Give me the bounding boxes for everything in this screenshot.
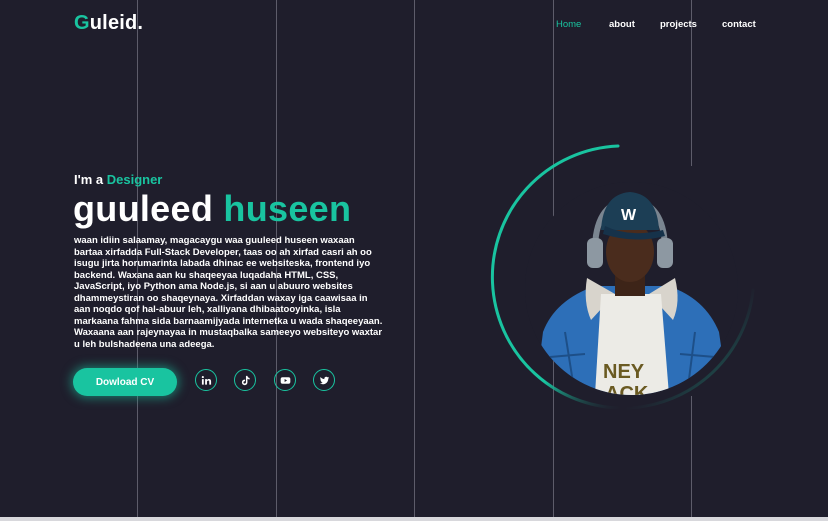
intro-text: I'm a [74, 172, 104, 187]
nav-projects[interactable]: projects [660, 19, 697, 30]
hero-name: guuleed huseen [73, 188, 351, 230]
twitter-link[interactable] [313, 369, 335, 391]
linkedin-icon [201, 375, 211, 385]
tiktok-icon [241, 375, 250, 385]
nav-about[interactable]: about [609, 19, 635, 30]
svg-text:W: W [621, 207, 637, 224]
hero-description: waan idiin salaamay, magacaygu waa guule… [74, 235, 383, 350]
last-name: huseen [223, 188, 352, 229]
first-name: guuleed [73, 188, 214, 229]
intro-role: Designer [106, 172, 163, 187]
nav-home[interactable]: Home [556, 19, 581, 30]
svg-text:NEY: NEY [603, 361, 645, 383]
download-cv-button[interactable]: Dowload CV [73, 368, 177, 396]
horizontal-scrollbar[interactable] [0, 517, 828, 521]
divider-line [414, 0, 415, 521]
svg-text:ACK: ACK [605, 383, 649, 395]
youtube-link[interactable] [274, 369, 296, 391]
youtube-icon [280, 376, 290, 384]
twitter-icon [319, 376, 329, 384]
linkedin-link[interactable] [195, 369, 217, 391]
tiktok-link[interactable] [234, 369, 256, 391]
nav-contact[interactable]: contact [722, 19, 756, 30]
hero-intro: I'm a Designer [74, 172, 162, 187]
profile-photo: NEY ACK W [525, 182, 738, 395]
profile-illustration: NEY ACK W [525, 182, 738, 395]
main-nav: Home about projects contact [0, 19, 828, 33]
